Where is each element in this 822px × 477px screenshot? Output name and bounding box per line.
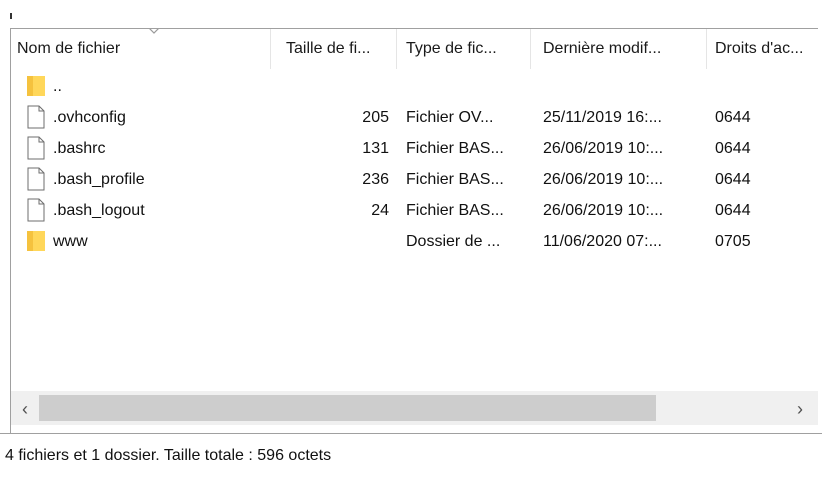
- file-name: .bash_profile: [53, 171, 145, 188]
- file-name: .ovhconfig: [53, 109, 126, 126]
- horizontal-scrollbar[interactable]: ‹ ›: [11, 391, 818, 425]
- file-name: .bashrc: [53, 140, 106, 157]
- column-header-label: Dernière modif...: [543, 40, 662, 57]
- file-manager-window: Nom de fichier Taille de fi... Type de f…: [0, 0, 822, 477]
- column-header-name[interactable]: Nom de fichier: [11, 29, 271, 69]
- scroll-right-icon[interactable]: ›: [790, 399, 810, 419]
- folder-icon: [27, 76, 45, 96]
- file-name: ..: [53, 78, 62, 95]
- file-modified: 11/06/2020 07:...: [543, 233, 662, 250]
- column-header-rights[interactable]: Droits d'ac...: [707, 29, 818, 69]
- file-icon: [27, 198, 45, 222]
- column-header-label: Type de fic...: [406, 40, 497, 57]
- file-type: Fichier BAS...: [406, 202, 504, 219]
- scroll-left-icon[interactable]: ‹: [15, 399, 35, 419]
- file-rights: 0644: [715, 171, 751, 188]
- column-header-label: Droits d'ac...: [715, 40, 804, 57]
- status-bar: 4 fichiers et 1 dossier. Taille totale :…: [0, 433, 822, 477]
- file-rights: 0644: [715, 202, 751, 219]
- table-row[interactable]: www Dossier de ... 11/06/2020 07:... 070…: [11, 226, 818, 257]
- top-strip: [0, 0, 822, 28]
- file-icon: [27, 167, 45, 191]
- table-row[interactable]: .bash_logout 24 Fichier BAS... 26/06/201…: [11, 195, 818, 226]
- file-icon: [27, 136, 45, 160]
- file-type: Fichier BAS...: [406, 140, 504, 157]
- file-size: 24: [371, 202, 389, 219]
- file-size: 131: [362, 140, 389, 157]
- column-header-size[interactable]: Taille de fi...: [271, 29, 397, 69]
- column-header-label: Nom de fichier: [17, 40, 121, 57]
- file-type: Fichier OV...: [406, 109, 494, 126]
- table-row[interactable]: .bashrc 131 Fichier BAS... 26/06/2019 10…: [11, 133, 818, 164]
- file-type: Fichier BAS...: [406, 171, 504, 188]
- column-header-label: Taille de fi...: [286, 40, 371, 57]
- file-rights: 0705: [715, 233, 751, 250]
- file-icon: [27, 105, 45, 129]
- file-modified: 26/06/2019 10:...: [543, 171, 664, 188]
- column-header-modified[interactable]: Dernière modif...: [531, 29, 707, 69]
- file-modified: 25/11/2019 16:...: [543, 109, 662, 126]
- folder-icon: [27, 231, 45, 251]
- file-name: .bash_logout: [53, 202, 145, 219]
- file-modified: 26/06/2019 10:...: [543, 140, 664, 157]
- status-text: 4 fichiers et 1 dossier. Taille totale :…: [5, 447, 332, 464]
- column-header-row: Nom de fichier Taille de fi... Type de f…: [11, 29, 818, 69]
- table-row[interactable]: .bash_profile 236 Fichier BAS... 26/06/2…: [11, 164, 818, 195]
- scroll-thumb[interactable]: [39, 395, 656, 421]
- remote-file-list[interactable]: Nom de fichier Taille de fi... Type de f…: [10, 28, 818, 434]
- file-size: 236: [362, 171, 389, 188]
- table-row[interactable]: ..: [11, 71, 818, 102]
- sort-caret-icon: [149, 29, 159, 34]
- file-size: 205: [362, 109, 389, 126]
- column-header-type[interactable]: Type de fic...: [397, 29, 531, 69]
- file-rights: 0644: [715, 109, 751, 126]
- file-modified: 26/06/2019 10:...: [543, 202, 664, 219]
- file-rights: 0644: [715, 140, 751, 157]
- file-type: Dossier de ...: [406, 233, 501, 250]
- file-name: www: [53, 233, 88, 250]
- table-row[interactable]: .ovhconfig 205 Fichier OV... 25/11/2019 …: [11, 102, 818, 133]
- resize-tick: [10, 13, 12, 19]
